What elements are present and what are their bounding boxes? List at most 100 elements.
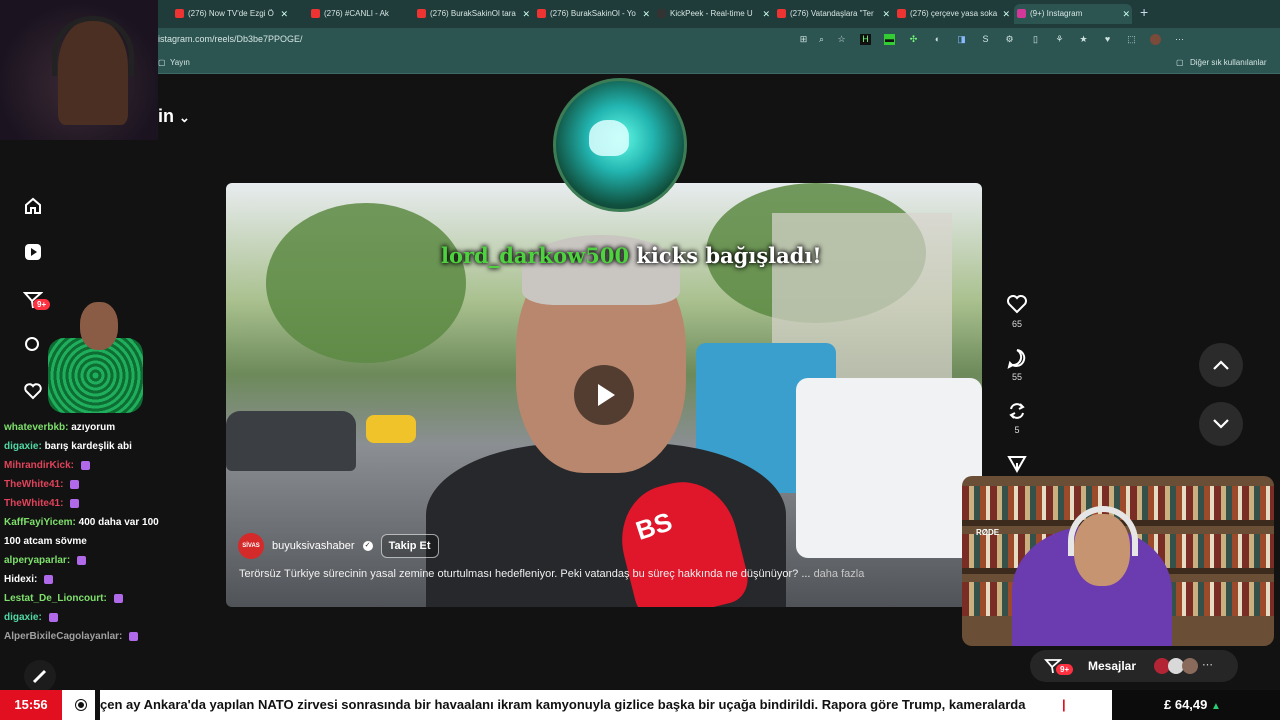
browser-tab[interactable]: (276) çerçeve yasa soka ✕ (894, 4, 1012, 24)
ticker-time: 15:56 (0, 690, 62, 720)
chevron-down-icon (1213, 419, 1229, 429)
gift-overlay (30, 300, 155, 415)
tab-favicon-icon (777, 9, 786, 18)
close-tab-icon[interactable]: ✕ (1002, 4, 1010, 24)
verified-icon: ✓ (362, 541, 373, 551)
chat-username[interactable]: alperyaparlar: (4, 555, 70, 566)
reels-icon[interactable] (22, 241, 44, 263)
next-reel-button[interactable] (1199, 402, 1243, 446)
chat-username[interactable]: Hidexi: (4, 574, 37, 585)
account-avatar[interactable]: SİVAS (238, 533, 264, 559)
browser-tab[interactable]: KickPeek - Real-time U ✕ (654, 4, 772, 24)
tab-label: (276) çerçeve yasa soka (910, 9, 998, 18)
trend-up-icon: ▲ (1211, 701, 1221, 712)
extension-icon[interactable]: ✣ (908, 34, 919, 45)
chat-message: alperyaparlar: (4, 551, 204, 570)
reader-icon[interactable]: ⊞ (798, 34, 809, 45)
car (226, 411, 356, 471)
donation-alert-text: kicks bağışladı! (636, 243, 822, 268)
close-tab-icon[interactable]: ✕ (522, 4, 530, 24)
close-tab-icon[interactable]: ✕ (280, 4, 288, 24)
more-link[interactable]: daha fazla (814, 568, 865, 580)
messages-button[interactable]: 9+ Mesajlar ⋯ (1030, 650, 1238, 682)
new-tab-button[interactable]: + (1140, 4, 1148, 20)
chat-username[interactable]: TheWhite41: (4, 498, 63, 509)
ticker-headline: çen ay Ankara'da yapılan NATO zirvesi so… (100, 690, 1075, 720)
browser-essentials-icon[interactable]: ♥ (1102, 34, 1113, 45)
chat-username[interactable]: MihrandirKick: (4, 460, 74, 471)
favorite-star-icon[interactable]: ☆ (836, 34, 847, 45)
chat-username[interactable]: KaffFayiYicem: (4, 517, 76, 528)
chat-username[interactable]: digaxie: (4, 612, 42, 623)
tab-favicon-icon (311, 9, 320, 18)
extension-icon[interactable]: H (860, 34, 871, 45)
comment-icon[interactable] (1006, 347, 1028, 374)
browser-tab[interactable]: (276) Vatandaşlara "Ter ✕ (774, 4, 892, 24)
chat-text: barış kardeşlik abi (44, 441, 132, 452)
screenshot-icon[interactable]: ⬚ (1126, 34, 1137, 45)
price-value: £ 64,49 (1164, 697, 1208, 712)
reel-account: SİVAS buyuksivashaber ✓ Takip Et (238, 533, 439, 559)
close-tab-icon[interactable]: ✕ (762, 4, 770, 24)
chat-username[interactable]: whateverbkb: (4, 422, 68, 433)
chevron-up-icon (1213, 360, 1229, 370)
extension-icon[interactable]: ▬ (884, 34, 895, 45)
edit-pen-icon[interactable] (24, 660, 56, 692)
chat-emote-icon (48, 612, 58, 622)
chat-username[interactable]: AlperBixileCagolayanlar: (4, 631, 122, 642)
extension-icon[interactable]: S (980, 34, 991, 45)
reel-video[interactable]: BS lord_darkow500 kicks bağışladı! SİVAS… (226, 183, 982, 607)
guest-webcam: RØDE (962, 476, 1274, 646)
bookmark-item[interactable]: Yayın (170, 58, 190, 67)
chat-username[interactable]: digaxie: (4, 441, 42, 452)
headset (52, 16, 134, 76)
more-menu-icon[interactable]: ⋯ (1174, 34, 1185, 45)
extension-icon[interactable]: ◐ (932, 34, 943, 45)
like-count: 65 (1011, 319, 1022, 329)
like-icon[interactable] (1006, 294, 1028, 319)
url-field[interactable]: istagram.com/reels/Db3be7PPOGE/ (158, 34, 303, 44)
chat-message: 100 atcam sövme (4, 532, 204, 551)
browser-tab[interactable]: (276) Now TV'de Ezgi Ö ✕ (172, 4, 290, 24)
chat-emote-icon (70, 498, 80, 508)
profile-avatar[interactable] (1150, 34, 1161, 45)
follow-button[interactable]: Takip Et (380, 534, 439, 558)
home-icon[interactable] (22, 195, 44, 217)
chat-text: 400 daha var 100 (78, 517, 159, 528)
play-button[interactable] (574, 365, 634, 425)
browser-tab[interactable]: (276) BurakSakinOl tara ✕ (414, 4, 532, 24)
browser-tab-bar: + (276) Now TV'de Ezgi Ö ✕ (276) #CANLI - … (0, 0, 1280, 28)
chat-message: TheWhite41: (4, 475, 204, 494)
close-tab-icon[interactable]: ✕ (1122, 4, 1130, 24)
chat-emote-icon (70, 479, 80, 489)
other-favorites[interactable]: Diğer sık kullanılanlar (1190, 58, 1266, 67)
split-view-icon[interactable]: ▯ (1030, 34, 1041, 45)
close-tab-icon[interactable]: ✕ (882, 4, 890, 24)
reel-caption: Terörsüz Türkiye sürecinin yasal zemine … (239, 568, 864, 580)
chat-emote-icon (113, 593, 123, 603)
chat-text: azıyorum (71, 422, 116, 433)
favorites-icon[interactable]: ★ (1078, 34, 1089, 45)
close-tab-icon[interactable]: ✕ (642, 4, 650, 24)
streamer-webcam (0, 0, 158, 140)
chat-message: AlperBixileCagolayanlar: (4, 627, 204, 646)
extensions-puzzle-icon[interactable]: ⚙ (1004, 34, 1015, 45)
collections-icon[interactable]: ⚘ (1054, 34, 1065, 45)
browser-tab[interactable]: (276) #CANLI - Ak✕ (308, 4, 426, 24)
repost-icon[interactable] (1006, 400, 1028, 427)
messages-label: Mesajlar (1088, 659, 1137, 673)
account-name[interactable]: buyuksivashaber (272, 540, 355, 552)
zoom-icon[interactable]: ⌕ (816, 34, 827, 45)
chat-username[interactable]: Lestat_De_Lioncourt: (4, 593, 107, 604)
gifter-avatar (80, 302, 118, 350)
browser-tab[interactable]: (276) BurakSakinOl - Yo ✕ (534, 4, 652, 24)
donation-alert-user: lord_darkow500 (441, 243, 630, 268)
previous-reel-button[interactable] (1199, 343, 1243, 387)
chat-username[interactable]: TheWhite41: (4, 479, 63, 490)
browser-tab[interactable]: (9+) Instagram ✕ (1014, 4, 1132, 24)
extension-icon[interactable]: ◨ (956, 34, 967, 45)
background-tree (266, 203, 466, 363)
chat-emote-icon (129, 631, 139, 641)
live-dot-icon (76, 700, 86, 710)
page-title[interactable]: in ⌄ (158, 106, 190, 127)
